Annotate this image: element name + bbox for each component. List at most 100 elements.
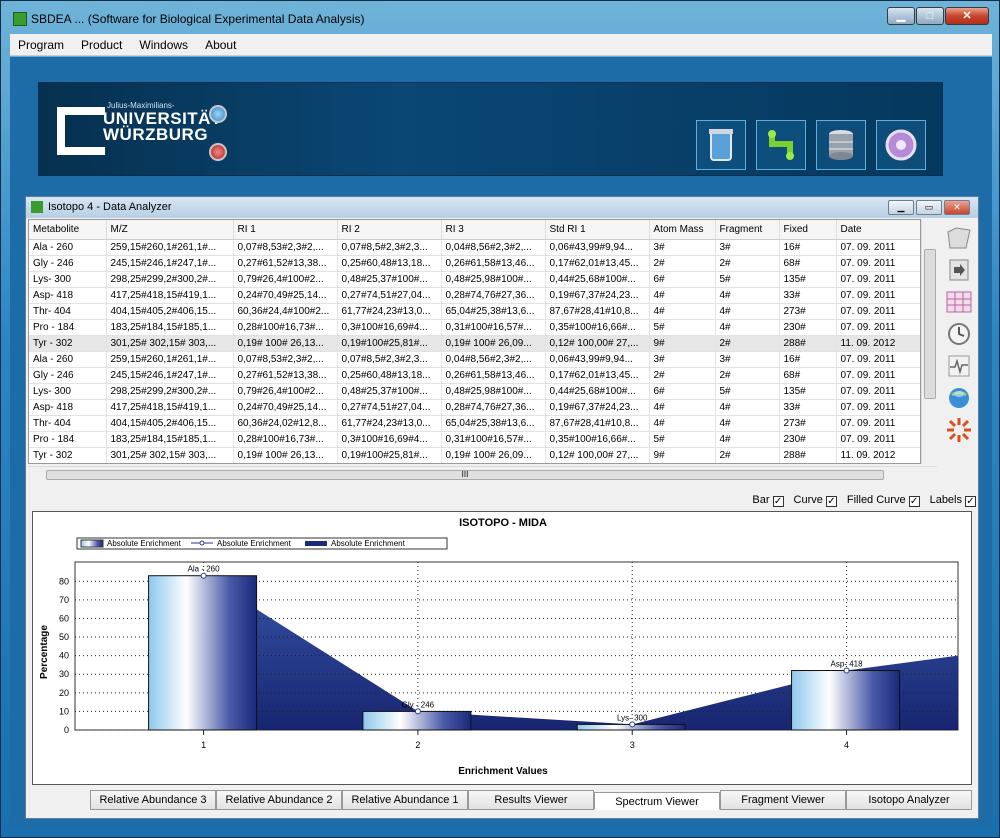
table-cell: 135# [779, 383, 837, 400]
column-header[interactable]: Date [836, 220, 920, 240]
table-cell: 0,19# 100# 26,09... [441, 447, 546, 463]
table-cell: 0,19#67,37#24,23... [545, 287, 650, 304]
table-row[interactable]: Asp- 418 417,25#418,15#419,1... 0,24#70,49… [29, 399, 920, 416]
table-cell: 301,25# 302,15# 303,... [106, 447, 234, 463]
table-cell: 4# [715, 303, 780, 320]
disc-tool-icon[interactable] [876, 120, 926, 170]
dialog-icon [31, 201, 43, 213]
close-icon[interactable] [209, 143, 227, 161]
table-row[interactable]: Ala - 260 259,15#260,1#261,1#... 0,07#8,53… [29, 351, 920, 368]
table-cell: 33# [779, 399, 837, 416]
table-cell: 5# [715, 271, 780, 288]
table-row[interactable]: Asp- 418 417,25#418,15#419,1... 0,24#70,49… [29, 287, 920, 304]
globe-icon[interactable] [944, 383, 974, 413]
tab-spectrum-viewer[interactable]: Spectrum Viewer [594, 792, 720, 810]
maximize-button[interactable]: □ [916, 7, 944, 25]
column-header[interactable]: Fixed [779, 220, 837, 240]
tab-fragment-viewer[interactable]: Fragment Viewer [720, 790, 846, 810]
data-analyzer-window: Isotopo 4 - Data Analyzer ▁ ▭ ✕ Metaboli… [25, 196, 979, 819]
bar-checkbox[interactable]: ✓ [772, 496, 784, 507]
y-tick-label: 50 [59, 632, 69, 642]
table-cell: 4# [649, 287, 716, 304]
menu-windows[interactable]: Windows [139, 38, 188, 52]
bar [148, 575, 258, 731]
menu-bar: Program Product Windows About [10, 34, 992, 56]
table-row[interactable]: Gly - 246 245,15#246,1#247,1#... 0,27#61,5… [29, 255, 920, 272]
table-cell: 0,12# 100,00# 27,... [545, 335, 650, 352]
table-cell: 273# [779, 303, 837, 320]
table-cell: Lys- 300 [29, 383, 107, 400]
table-cell: 0,79#26,4#100#2... [233, 271, 338, 288]
tab-results-viewer[interactable]: Results Viewer [468, 790, 594, 810]
dialog-title-bar: Isotopo 4 - Data Analyzer ▁ ▭ ✕ [26, 197, 978, 218]
dialog-restore-button[interactable]: ▭ [916, 200, 942, 215]
table-row[interactable]: Tyr - 302 301,25# 302,15# 303,... 0,19# 10… [29, 447, 920, 463]
table-cell: 0,28#74,76#27,36... [441, 287, 546, 304]
column-header[interactable]: Fragment [715, 220, 780, 240]
column-header[interactable]: Metabolite [29, 220, 107, 240]
table-cell: 404,15#405,2#406,15... [106, 415, 234, 432]
table-row[interactable]: Lys- 300 298,25#299,2#300,2#... 0,79#26,4#… [29, 271, 920, 288]
curve-checkbox[interactable]: ✓ [825, 496, 837, 507]
minimize-button[interactable]: ▁ [887, 7, 915, 25]
trash-tool-icon[interactable] [696, 120, 746, 170]
table-cell: 07. 09. 2011 [836, 271, 920, 288]
molecule-tool-icon[interactable] [756, 120, 806, 170]
table-cell: 0,24#70,49#25,14... [233, 399, 338, 416]
burst-icon[interactable] [944, 415, 974, 445]
table-row[interactable]: Gly - 246 245,15#246,1#247,1#... 0,27#61,5… [29, 367, 920, 384]
app-icon [13, 12, 27, 26]
table-row[interactable]: Pro - 184 183,25#184,15#185,1... 0,28#100#… [29, 431, 920, 448]
tab-relative-abundance-2[interactable]: Relative Abundance 2 [216, 790, 342, 810]
column-header[interactable]: Std RI 1 [545, 220, 650, 240]
column-header[interactable]: RI 1 [233, 220, 338, 240]
bar [791, 670, 901, 731]
clock-icon[interactable] [944, 319, 974, 349]
grid-horizontal-scrollbar[interactable]: III [28, 466, 937, 482]
close-button[interactable]: ✕ [945, 7, 989, 25]
table-row[interactable]: Lys- 300 298,25#299,2#300,2#... 0,79#26,4#… [29, 383, 920, 400]
curve-point [200, 572, 207, 579]
folder-icon[interactable] [944, 223, 974, 253]
table-cell: 0,3#100#16,69#4... [337, 431, 442, 448]
labels-checkbox[interactable]: ✓ [965, 496, 976, 507]
table-cell: Gly - 246 [29, 255, 107, 272]
table-row[interactable]: Thr- 404 404,15#405,2#406,15... 60,36#24,4… [29, 303, 920, 320]
column-header[interactable]: RI 3 [441, 220, 546, 240]
export-arrow-icon[interactable] [944, 255, 974, 285]
legend-label: Absolute Enrichment [217, 539, 292, 548]
legend-swatch [80, 539, 104, 548]
table-cell: 2# [715, 255, 780, 272]
tab-relative-abundance-1[interactable]: Relative Abundance 1 [342, 790, 468, 810]
database-tool-icon[interactable] [816, 120, 866, 170]
table-row[interactable]: Thr- 404 404,15#405,2#406,15... 60,36#24,0… [29, 415, 920, 432]
grid-vertical-scrollbar[interactable] [921, 219, 937, 464]
tab-bar: Relative Abundance 3 Relative Abundance 2… [90, 790, 972, 810]
tab-relative-abundance-3[interactable]: Relative Abundance 3 [90, 790, 216, 810]
column-header[interactable]: Atom Mass [649, 220, 716, 240]
menu-product[interactable]: Product [81, 38, 122, 52]
data-label: Asp- 418 [831, 660, 864, 669]
info-icon[interactable] [209, 105, 227, 123]
dialog-minimize-button[interactable]: ▁ [888, 200, 914, 215]
menu-about[interactable]: About [205, 38, 236, 52]
menu-program[interactable]: Program [18, 38, 64, 52]
table-cell: 0,31#100#16,57#... [441, 431, 546, 448]
table-cell: 07. 09. 2011 [836, 367, 920, 384]
column-header[interactable]: RI 2 [337, 220, 442, 240]
dialog-close-button[interactable]: ✕ [944, 200, 970, 215]
tab-isotopo-analyzer[interactable]: Isotopo Analyzer [846, 790, 972, 810]
table-row[interactable]: Ala - 260 259,15#260,1#261,1#... 0,07#8,53… [29, 239, 920, 256]
table-row[interactable]: Pro - 184 183,25#184,15#185,1... 0,28#100#… [29, 319, 920, 336]
table-cell: 0,07#8,5#2,3#2,3... [337, 351, 442, 368]
filled-curve-checkbox[interactable]: ✓ [908, 496, 920, 507]
pulse-chart-icon[interactable] [944, 351, 974, 381]
table-cell: 0,19#100#25,81#... [337, 447, 442, 463]
y-tick-label: 80 [59, 576, 69, 586]
column-header[interactable]: M/Z [106, 220, 234, 240]
table-view-icon[interactable] [944, 287, 974, 317]
table-cell: 230# [779, 319, 837, 336]
table-cell: 0,19# 100# 26,13... [233, 335, 338, 352]
table-cell: Ala - 260 [29, 239, 107, 256]
table-row[interactable]: Tyr - 302 301,25# 302,15# 303,... 0,19# 10… [29, 335, 920, 352]
